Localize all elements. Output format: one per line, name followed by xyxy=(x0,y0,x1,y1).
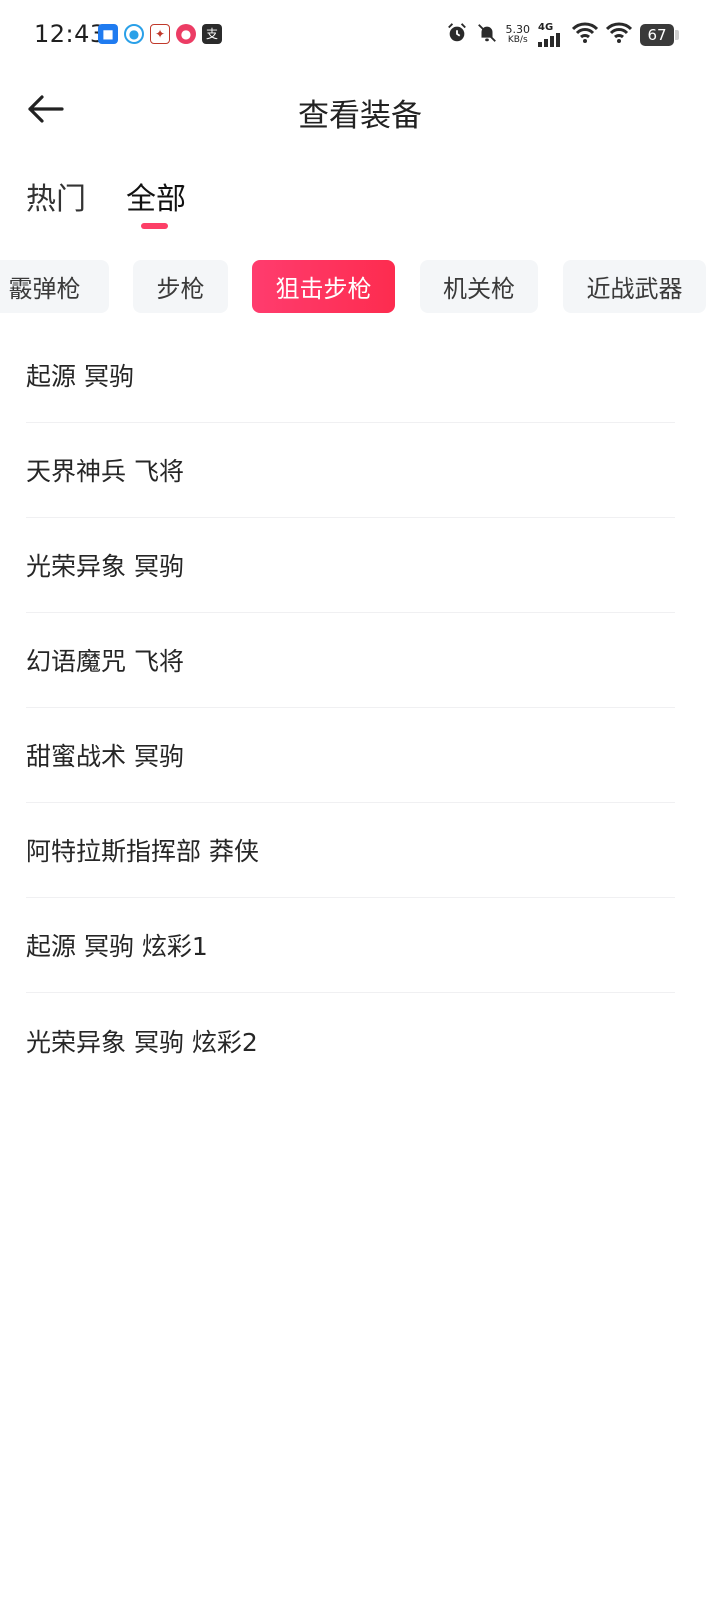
list-item[interactable]: 阿特拉斯指挥部 莽侠 xyxy=(26,803,675,898)
chip-melee-weapon[interactable]: 近战武器 xyxy=(563,260,706,313)
list-item[interactable]: 甜蜜战术 冥驹 xyxy=(26,708,675,803)
signal-type: 4G xyxy=(538,22,554,33)
alarm-icon xyxy=(446,22,468,48)
battery-level: 67 xyxy=(647,26,667,44)
battery-icon: 67 xyxy=(640,24,679,46)
list-item[interactable]: 天界神兵 飞将 xyxy=(26,423,675,518)
wifi-icon xyxy=(571,22,599,48)
alipay-icon: 支 xyxy=(202,24,222,44)
header: 查看装备 xyxy=(0,76,720,146)
chip-rifle[interactable]: 步枪 xyxy=(133,260,228,313)
network-speed: 5.30 KB/s xyxy=(506,24,531,46)
notification-icons: ■ ● ✦ ● 支 xyxy=(98,24,222,44)
status-time: 12:43 xyxy=(34,20,106,48)
list-item[interactable]: 起源 冥驹 炫彩1 xyxy=(26,898,675,993)
tab-all[interactable]: 全部 xyxy=(126,174,186,218)
cellular-signal-icon: 4G xyxy=(538,23,564,47)
app-icon-1: ■ xyxy=(98,24,118,44)
category-chips[interactable]: 霰弹枪 步枪 狙击步枪 机关枪 近战武器 xyxy=(0,260,720,313)
list-item[interactable]: 光荣异象 冥驹 xyxy=(26,518,675,613)
net-speed-unit: KB/s xyxy=(507,35,528,45)
chip-sniper-rifle[interactable]: 狙击步枪 xyxy=(252,260,395,313)
net-speed-value: 5.30 xyxy=(505,23,531,36)
active-tab-indicator xyxy=(141,223,168,229)
list-item[interactable]: 光荣异象 冥驹 炫彩2 xyxy=(26,993,675,1088)
app-icon-3: ✦ xyxy=(150,24,170,44)
chip-machine-gun[interactable]: 机关枪 xyxy=(420,260,538,313)
wifi-icon-2 xyxy=(605,22,633,48)
system-icons: 5.30 KB/s 4G 67 xyxy=(446,22,679,48)
app-icon-2: ● xyxy=(124,24,144,44)
mute-bell-icon xyxy=(476,22,498,48)
list-item[interactable]: 起源 冥驹 xyxy=(26,328,675,423)
list-item[interactable]: 幻语魔咒 飞将 xyxy=(26,613,675,708)
tab-hot[interactable]: 热门 xyxy=(26,174,86,218)
status-bar: 12:43 ■ ● ✦ ● 支 5.30 KB/s 4G 67 xyxy=(0,0,720,76)
top-tabs: 热门 全部 xyxy=(0,166,720,236)
page-title: 查看装备 xyxy=(298,98,422,134)
chip-shotgun[interactable]: 霰弹枪 xyxy=(0,260,109,313)
equipment-list: 起源 冥驹 天界神兵 飞将 光荣异象 冥驹 幻语魔咒 飞将 甜蜜战术 冥驹 阿特… xyxy=(26,328,675,1088)
app-icon-4: ● xyxy=(176,24,196,44)
